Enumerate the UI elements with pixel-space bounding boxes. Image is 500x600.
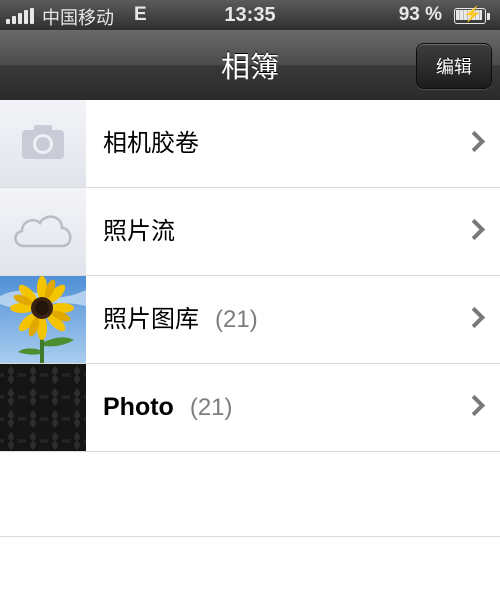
album-row-camera-roll[interactable]: 相机胶卷	[0, 100, 500, 188]
battery-charging-icon: ⚡	[454, 7, 490, 24]
album-label: 照片图库 (21)	[103, 276, 258, 363]
album-name: 相机胶卷	[103, 129, 199, 157]
chevron-right-icon	[463, 130, 486, 153]
album-row-photo-library[interactable]: 照片图库 (21)	[0, 276, 500, 364]
album-name: 照片流	[103, 217, 175, 245]
sunflower-photo	[0, 276, 86, 363]
camera-icon	[0, 100, 86, 187]
edit-button[interactable]: 编辑	[416, 43, 492, 89]
chevron-right-icon	[463, 394, 486, 417]
status-bar: 中国移动 E 13:35 93 % ⚡	[0, 0, 500, 30]
album-row-photo-stream[interactable]: 照片流	[0, 188, 500, 276]
navigation-bar: 相簿 编辑	[0, 30, 500, 101]
list-separator	[0, 536, 500, 537]
album-name: 照片图库	[103, 305, 199, 333]
battery-percent: 93 %	[398, 4, 442, 25]
album-label: Photo (21)	[103, 364, 233, 451]
album-count: (21)	[215, 306, 258, 333]
album-count: (21)	[189, 394, 233, 421]
chevron-right-icon	[463, 218, 486, 241]
album-row-photo[interactable]: Photo (21)	[0, 364, 500, 452]
chevron-right-icon	[463, 306, 486, 329]
dark-pattern-photo	[0, 364, 86, 451]
album-list: 相机胶卷 照片流 照片图库 (21) Photo (21)	[0, 100, 500, 452]
album-name: Photo	[103, 393, 174, 421]
cloud-icon	[0, 188, 86, 275]
